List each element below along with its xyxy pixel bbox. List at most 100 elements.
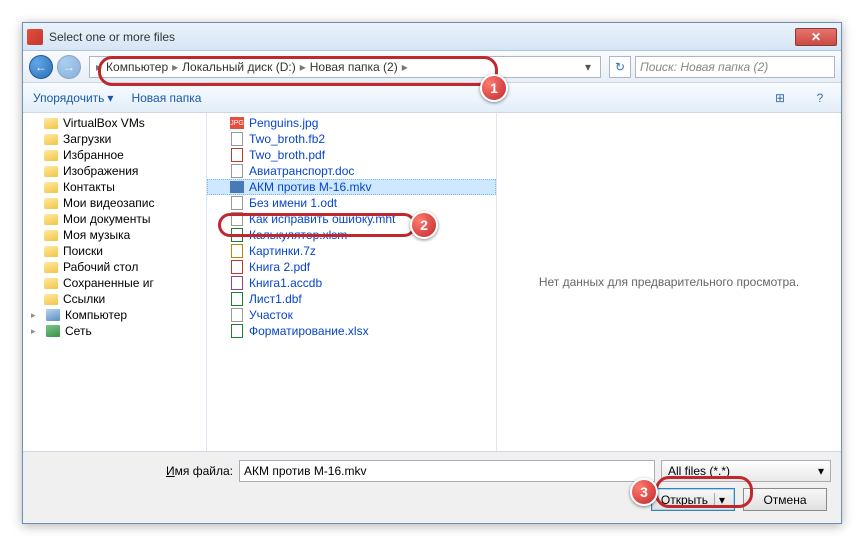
preview-pane: Нет данных для предварительного просмотр…	[497, 113, 841, 451]
sidebar-item[interactable]: Мои документы	[23, 211, 206, 227]
file-item[interactable]: Форматирование.xlsx	[207, 323, 496, 339]
file-icon	[229, 196, 245, 210]
close-button[interactable]: ✕	[795, 28, 837, 46]
sidebar-item[interactable]: Загрузки	[23, 131, 206, 147]
titlebar: Select one or more files ✕	[23, 23, 841, 51]
sidebar-item-label: Компьютер	[65, 308, 127, 322]
file-name: Penguins.jpg	[249, 116, 318, 130]
folder-icon	[43, 196, 59, 210]
refresh-button[interactable]: ↻	[609, 56, 631, 78]
file-name: АКМ против М-16.mkv	[249, 180, 371, 194]
sidebar-item[interactable]: Изображения	[23, 163, 206, 179]
toolbar: Упорядочить ▾ Новая папка ⊞ ?	[23, 83, 841, 113]
sidebar-item[interactable]: Контакты	[23, 179, 206, 195]
dialog-body: VirtualBox VMs Загрузки Избранное Изображен…	[23, 113, 841, 451]
file-item[interactable]: Лист1.dbf	[207, 291, 496, 307]
file-icon	[229, 212, 245, 226]
sidebar-item-label: Загрузки	[63, 132, 111, 146]
file-name: Лист1.dbf	[249, 292, 302, 306]
preview-empty-text: Нет данных для предварительного просмотр…	[539, 275, 799, 289]
open-button[interactable]: Открыть ▾	[651, 488, 735, 511]
folder-icon	[43, 164, 59, 178]
file-icon	[229, 260, 245, 274]
file-name: Книга1.accdb	[249, 276, 322, 290]
file-item[interactable]: АКМ против М-16.mkv	[207, 179, 496, 195]
help-button[interactable]: ?	[809, 88, 831, 108]
sidebar-item-label: Сохраненные иг	[63, 276, 154, 290]
file-name: Форматирование.xlsx	[249, 324, 369, 338]
chevron-right-icon: ▸	[400, 60, 410, 74]
file-name: Участок	[249, 308, 293, 322]
sidebar-item[interactable]: Ссылки	[23, 291, 206, 307]
expand-icon[interactable]: ▸	[31, 310, 41, 321]
expand-icon[interactable]: ▸	[31, 326, 41, 337]
search-placeholder: Поиск: Новая папка (2)	[640, 60, 768, 74]
file-name: Без имени 1.odt	[249, 196, 337, 210]
annotation-badge-2: 2	[410, 211, 438, 239]
sidebar-item[interactable]: Сохраненные иг	[23, 275, 206, 291]
net-icon	[45, 324, 61, 338]
address-dropdown-icon[interactable]: ▾	[580, 60, 596, 74]
file-name: Two_broth.pdf	[249, 148, 325, 162]
filename-input[interactable]	[239, 460, 655, 482]
file-icon	[229, 292, 245, 306]
breadcrumb[interactable]: Компьютер	[104, 60, 170, 74]
file-item[interactable]: JPG Penguins.jpg	[207, 115, 496, 131]
file-icon: JPG	[229, 116, 245, 130]
sidebar-item-root[interactable]: ▸ Сеть	[23, 323, 206, 339]
sidebar-item[interactable]: Моя музыка	[23, 227, 206, 243]
sidebar-item-label: Сеть	[65, 324, 92, 338]
folder-icon	[43, 244, 59, 258]
file-item[interactable]: Без имени 1.odt	[207, 195, 496, 211]
file-type-filter[interactable]: All files (*.*) ▾	[661, 460, 831, 482]
organize-button[interactable]: Упорядочить ▾	[33, 91, 113, 105]
comp-icon	[45, 308, 61, 322]
address-bar[interactable]: ▸ Компьютер ▸ Локальный диск (D:) ▸ Нова…	[89, 56, 601, 78]
file-item[interactable]: Книга 2.pdf	[207, 259, 496, 275]
cancel-button[interactable]: Отмена	[743, 488, 827, 511]
breadcrumb[interactable]: Новая папка (2)	[308, 60, 400, 74]
file-name: Книга 2.pdf	[249, 260, 310, 274]
folder-icon	[43, 212, 59, 226]
sidebar-item-label: Ссылки	[63, 292, 105, 306]
sidebar-item-label: Мои документы	[63, 212, 150, 226]
back-button[interactable]: ←	[29, 55, 53, 79]
file-name: Two_broth.fb2	[249, 132, 325, 146]
sidebar-item-label: Избранное	[63, 148, 124, 162]
sidebar-item[interactable]: Избранное	[23, 147, 206, 163]
sidebar-item[interactable]: VirtualBox VMs	[23, 115, 206, 131]
file-icon	[229, 228, 245, 242]
file-item[interactable]: Two_broth.fb2	[207, 131, 496, 147]
sidebar-item[interactable]: Рабочий стол	[23, 259, 206, 275]
forward-button[interactable]: →	[57, 55, 81, 79]
sidebar-item[interactable]: Поиски	[23, 243, 206, 259]
chevron-down-icon: ▾	[818, 464, 824, 478]
new-folder-button[interactable]: Новая папка	[131, 91, 201, 105]
breadcrumb[interactable]: Локальный диск (D:)	[180, 60, 298, 74]
sidebar-item-label: Изображения	[63, 164, 138, 178]
sidebar: VirtualBox VMs Загрузки Избранное Изображен…	[23, 113, 207, 451]
file-item[interactable]: Книга1.accdb	[207, 275, 496, 291]
sidebar-item-label: VirtualBox VMs	[63, 116, 145, 130]
file-icon	[229, 308, 245, 322]
filename-label: Имя файла:	[33, 464, 233, 478]
sidebar-item[interactable]: Мои видеозапис	[23, 195, 206, 211]
sidebar-item-label: Мои видеозапис	[63, 196, 155, 210]
chevron-right-icon: ▸	[170, 60, 180, 74]
window-title: Select one or more files	[49, 30, 795, 44]
file-item[interactable]: Как исправить ошибку.mht	[207, 211, 496, 227]
file-item[interactable]: Авиатранспорт.doc	[207, 163, 496, 179]
chevron-right-icon: ▸	[298, 60, 308, 74]
view-mode-button[interactable]: ⊞	[769, 88, 791, 108]
file-icon	[229, 324, 245, 338]
sidebar-item-label: Моя музыка	[63, 228, 130, 242]
file-item[interactable]: Two_broth.pdf	[207, 147, 496, 163]
file-item[interactable]: Участок	[207, 307, 496, 323]
file-name: Картинки.7z	[249, 244, 316, 258]
folder-icon	[43, 132, 59, 146]
sidebar-item-label: Поиски	[63, 244, 103, 258]
file-item[interactable]: Калькулятор.xlsm	[207, 227, 496, 243]
search-input[interactable]: Поиск: Новая папка (2)	[635, 56, 835, 78]
sidebar-item-root[interactable]: ▸ Компьютер	[23, 307, 206, 323]
file-item[interactable]: Картинки.7z	[207, 243, 496, 259]
